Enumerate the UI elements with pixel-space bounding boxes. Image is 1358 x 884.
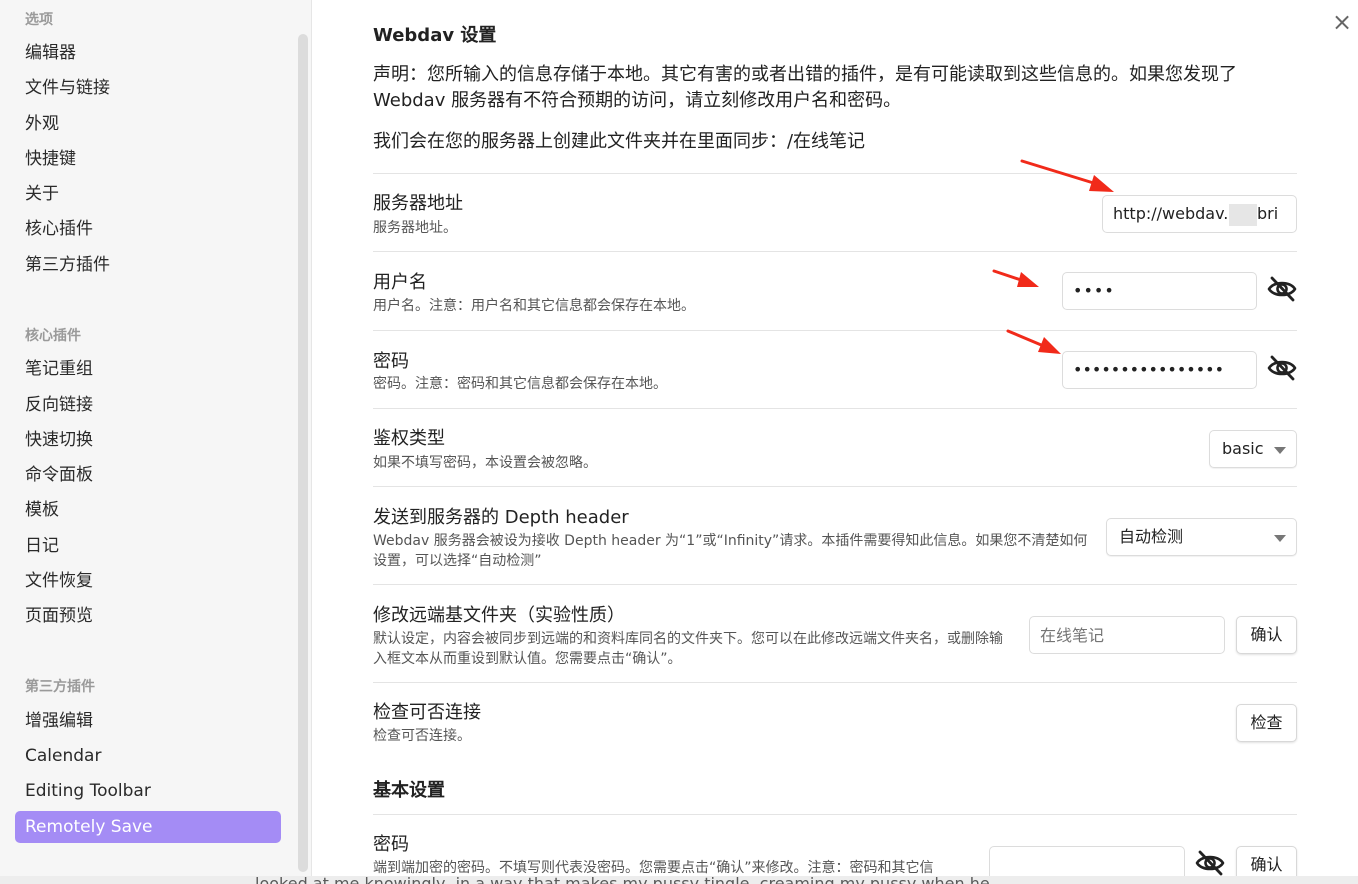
setting-desc: 检查可否连接。 — [373, 728, 471, 744]
sidebar-item-editing-toolbar[interactable]: Editing Toolbar — [15, 775, 281, 807]
setting-username: 用户名 用户名。注意：用户名和其它信息都会保存在本地。 •••• — [373, 251, 1297, 330]
background-text: looked at me knowingly, in a way that ma… — [255, 876, 990, 884]
setting-password: 密码 密码。注意：密码和其它信息都会保存在本地。 •••••••••••••••… — [373, 330, 1297, 408]
setting-desc: 服务器地址。 — [373, 220, 457, 236]
setting-desc: 密码。注意：密码和其它信息都会保存在本地。 — [373, 376, 667, 392]
sidebar-group-title-core: 核心插件 — [25, 328, 81, 344]
setting-remote-base-folder: 修改远端基文件夹（实验性质） 默认设定，内容会被同步到远端的和资料库同名的文件夹… — [373, 584, 1297, 682]
setting-server-address: 服务器地址 服务器地址。 http://webdav.c bri — [373, 173, 1297, 251]
sidebar-item-quick-switcher[interactable]: 快速切换 — [15, 424, 281, 456]
confirm-encryption-password-button[interactable]: 确认 — [1236, 846, 1297, 876]
close-icon[interactable]: × — [1330, 10, 1354, 34]
chevron-down-icon — [1274, 447, 1286, 454]
eye-off-icon[interactable] — [1194, 847, 1226, 876]
sidebar-item-appearance[interactable]: 外观 — [15, 108, 281, 140]
red-arrow-annotation — [992, 269, 1039, 287]
setting-desc: 用户名。注意：用户名和其它信息都会保存在本地。 — [373, 298, 695, 314]
settings-content: Webdav 设置 声明：您所输入的信息存储于本地。其它有害的或者出错的插件，是… — [313, 0, 1358, 876]
setting-desc: 如果不填写密码，本设置会被忽略。 — [373, 455, 597, 471]
eye-off-icon[interactable] — [1266, 352, 1298, 384]
basic-section-title: 基本设置 — [373, 780, 445, 801]
settings-sidebar: 选项 编辑器 文件与链接 外观 快捷键 关于 核心插件 第三方插件 核心插件 笔… — [0, 0, 312, 876]
sidebar-item-page-preview[interactable]: 页面预览 — [15, 600, 281, 632]
username-input[interactable]: •••• — [1062, 272, 1257, 310]
red-arrow-annotation — [1006, 329, 1061, 354]
server-address-input[interactable]: http://webdav.c bri — [1102, 195, 1297, 233]
webdav-folder-note: 我们会在您的服务器上创建此文件夹并在里面同步：/在线笔记 — [373, 131, 866, 152]
sidebar-scrollbar[interactable] — [298, 34, 308, 872]
setting-depth-header: 发送到服务器的 Depth header Webdav 服务器会被设为接收 De… — [373, 486, 1297, 584]
setting-encryption-password: 密码 端到端加密的密码。不填写则代表没密码。您需要点击“确认”来修改。注意：密码… — [373, 814, 1297, 876]
webdav-section-title: Webdav 设置 — [373, 25, 497, 46]
setting-name: 密码 — [373, 834, 409, 855]
sidebar-item-hotkeys[interactable]: 快捷键 — [15, 143, 281, 175]
setting-check-connection: 检查可否连接 检查可否连接。 检查 — [373, 682, 1297, 760]
sidebar-item-command-palette[interactable]: 命令面板 — [15, 459, 281, 491]
setting-name: 发送到服务器的 Depth header — [373, 507, 629, 528]
chevron-down-icon — [1274, 535, 1286, 542]
webdav-disclaimer: 声明：您所输入的信息存储于本地。其它有害的或者出错的插件，是有可能读取到这些信息… — [373, 64, 1237, 111]
redacted-patch — [1229, 204, 1257, 226]
sidebar-item-core-plugins[interactable]: 核心插件 — [15, 213, 281, 245]
depth-header-value: 自动检测 — [1119, 527, 1184, 546]
sidebar-group-title-community: 第三方插件 — [25, 679, 95, 695]
setting-desc: Webdav 服务器会被设为接收 Depth header 为“1”或“Infi… — [373, 533, 1088, 569]
setting-name: 检查可否连接 — [373, 702, 481, 723]
sidebar-item-note-composer[interactable]: 笔记重组 — [15, 353, 281, 385]
sidebar-item-remotely-save[interactable]: Remotely Save — [15, 811, 281, 843]
depth-header-dropdown[interactable]: 自动检测 — [1106, 518, 1297, 556]
remote-folder-input[interactable] — [1029, 616, 1225, 654]
sidebar-group-title-options: 选项 — [25, 12, 53, 28]
encryption-password-input[interactable] — [989, 846, 1185, 876]
setting-auth-type: 鉴权类型 如果不填写密码，本设置会被忽略。 basic — [373, 408, 1297, 486]
password-input[interactable]: •••••••••••••••• — [1062, 351, 1257, 389]
auth-type-value: basic — [1222, 439, 1264, 458]
setting-name: 用户名 — [373, 272, 427, 293]
setting-desc: 端到端加密的密码。不填写则代表没密码。您需要点击“确认”来修改。注意：密码和其它… — [373, 860, 934, 876]
sidebar-item-file-recovery[interactable]: 文件恢复 — [15, 565, 281, 597]
sidebar-item-templates[interactable]: 模板 — [15, 494, 281, 526]
sidebar-item-about[interactable]: 关于 — [15, 178, 281, 210]
red-arrow-annotation — [1020, 159, 1114, 192]
setting-name: 修改远端基文件夹（实验性质） — [373, 605, 625, 626]
sidebar-item-files-links[interactable]: 文件与链接 — [15, 72, 281, 104]
background-window-strip: looked at me knowingly, in a way that ma… — [0, 876, 1358, 884]
sidebar-item-backlinks[interactable]: 反向链接 — [15, 389, 281, 421]
check-connection-button[interactable]: 检查 — [1236, 704, 1297, 742]
sidebar-item-calendar[interactable]: Calendar — [15, 740, 281, 772]
sidebar-item-enhanced-editing[interactable]: 增强编辑 — [15, 705, 281, 737]
server-address-value-start: http://webdav.c — [1113, 204, 1238, 223]
auth-type-dropdown[interactable]: basic — [1209, 430, 1297, 468]
confirm-remote-folder-button[interactable]: 确认 — [1236, 616, 1297, 654]
setting-name: 密码 — [373, 351, 409, 372]
server-address-value-end: bri — [1257, 204, 1279, 223]
sidebar-item-editor[interactable]: 编辑器 — [15, 37, 281, 69]
setting-name: 鉴权类型 — [373, 428, 445, 449]
eye-off-icon[interactable] — [1266, 273, 1298, 305]
setting-name: 服务器地址 — [373, 193, 463, 214]
sidebar-item-daily-notes[interactable]: 日记 — [15, 530, 281, 562]
sidebar-item-community-plugins[interactable]: 第三方插件 — [15, 249, 281, 281]
setting-desc: 默认设定，内容会被同步到远端的和资料库同名的文件夹下。您可以在此修改远端文件夹名… — [373, 631, 1003, 667]
